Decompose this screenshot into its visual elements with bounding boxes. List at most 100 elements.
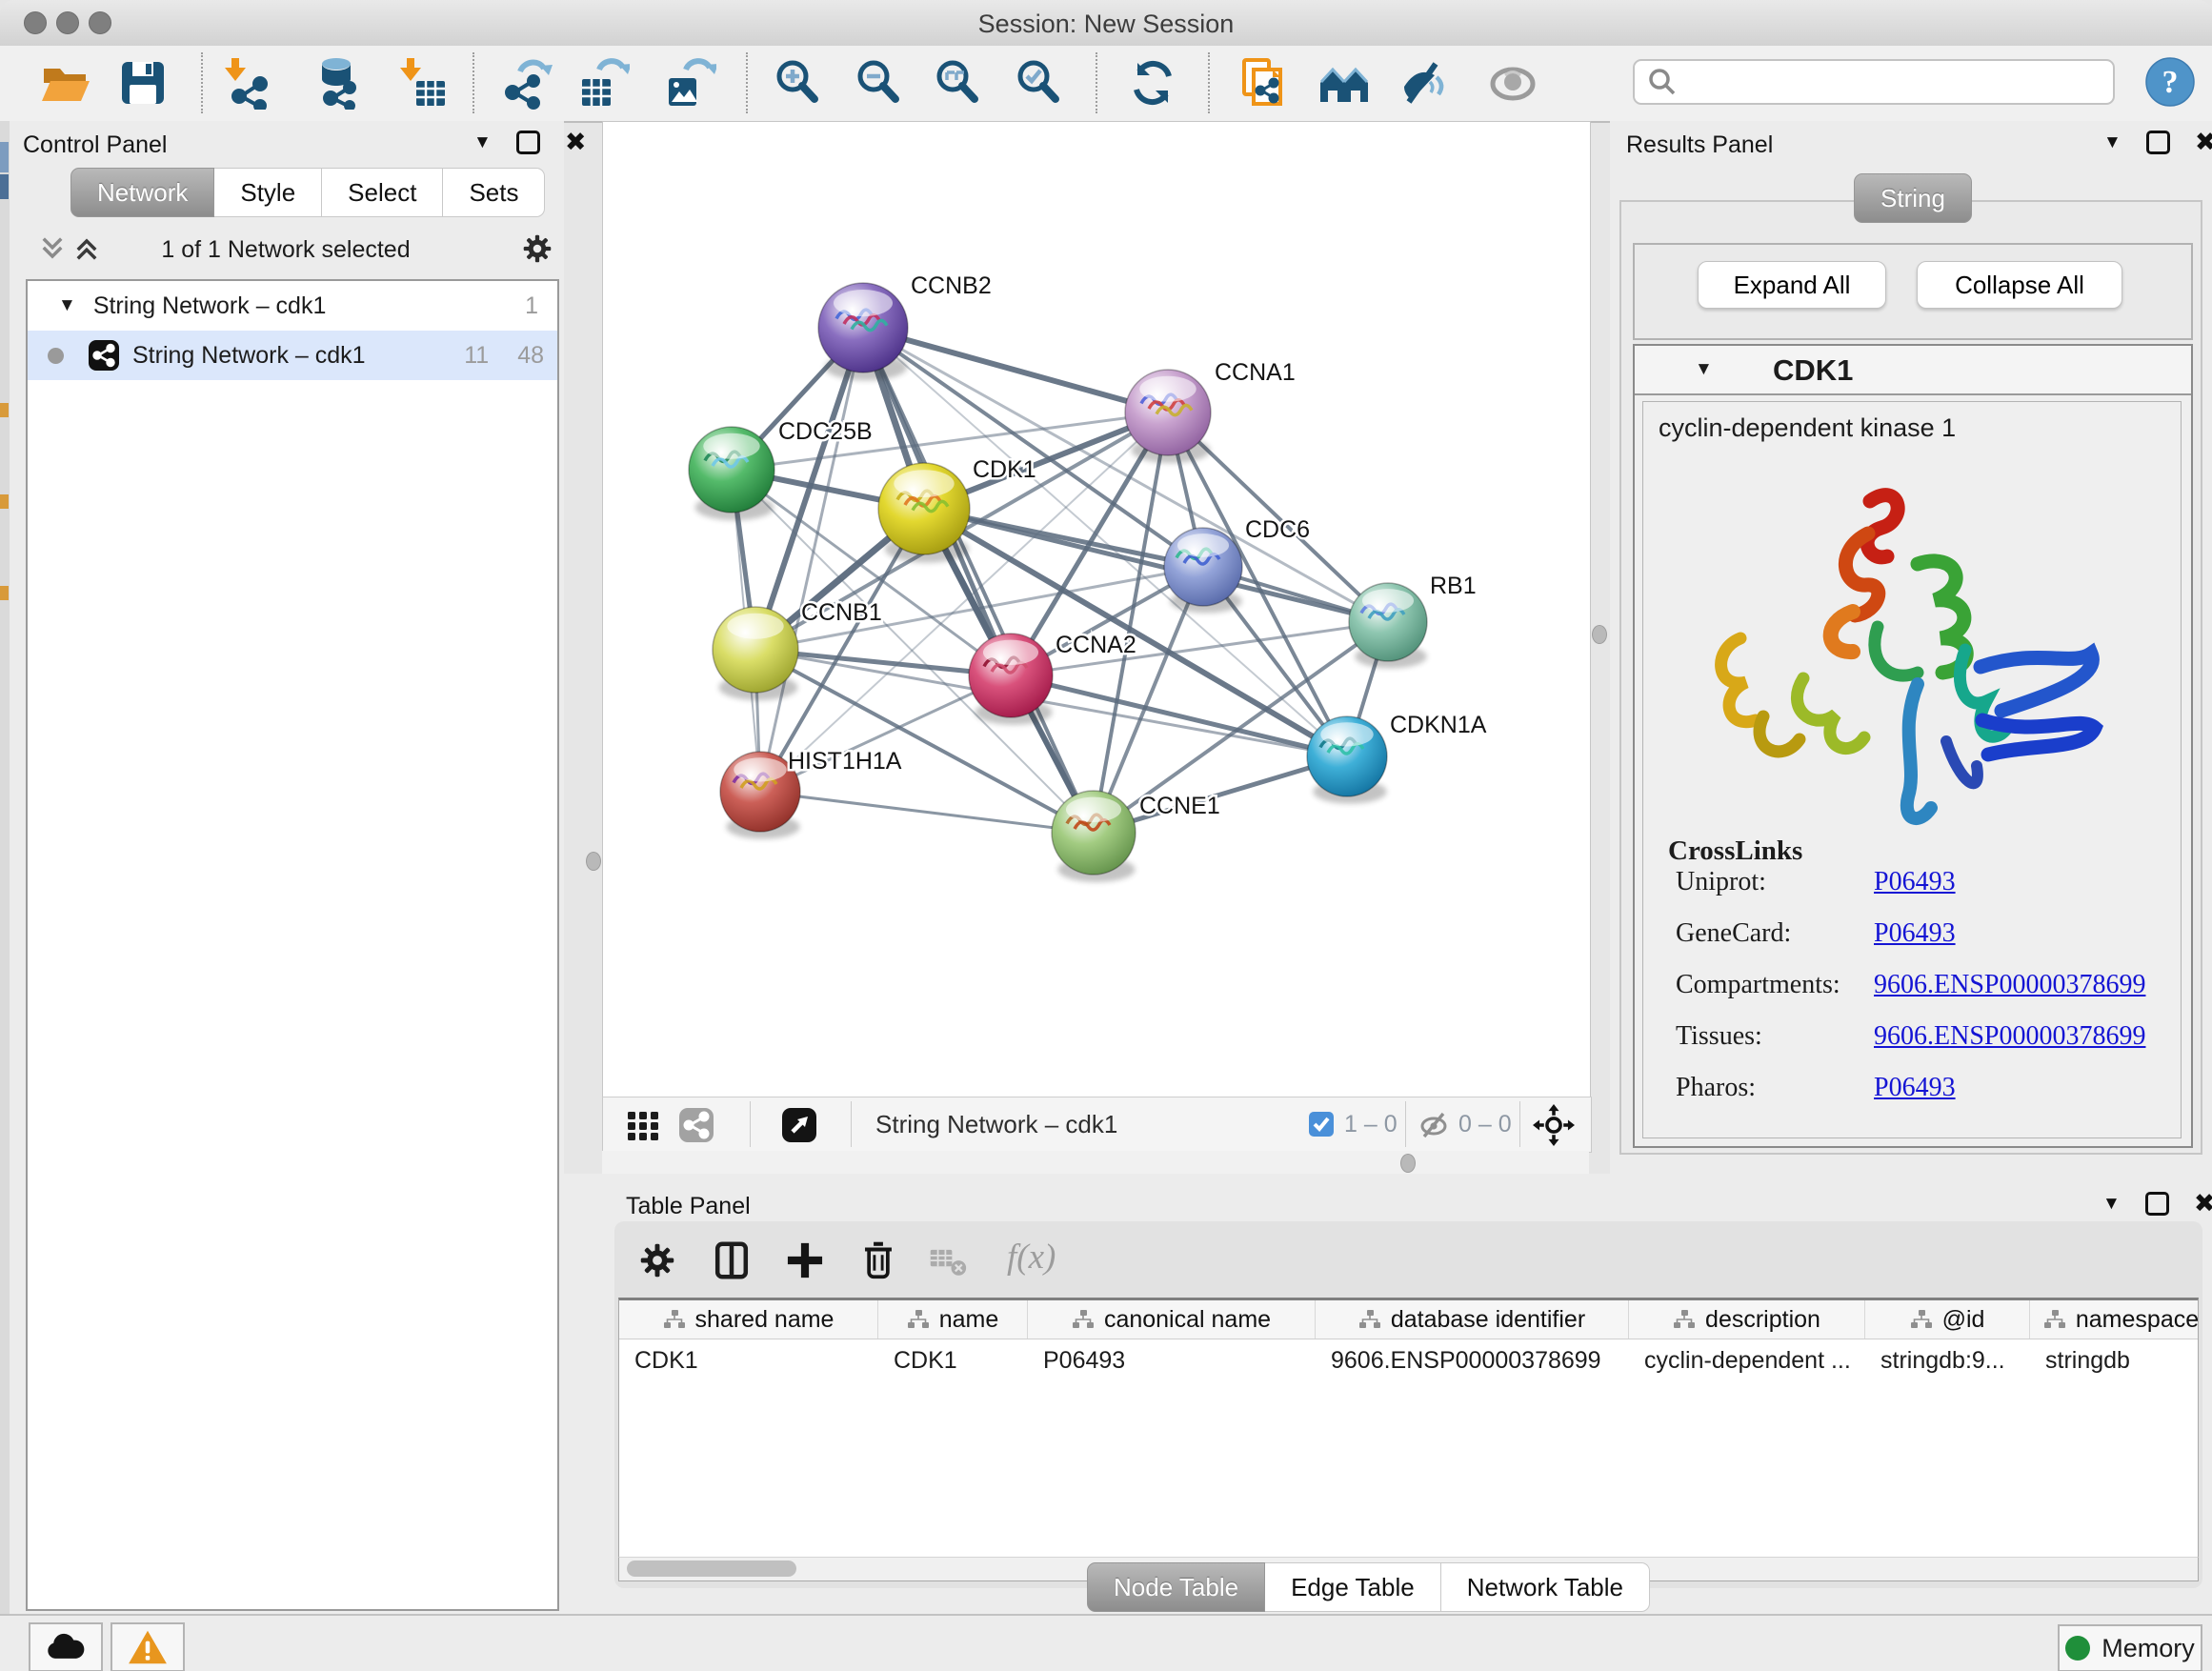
- tab-network-table[interactable]: Network Table: [1441, 1562, 1650, 1612]
- import-table-file-icon[interactable]: [395, 56, 449, 110]
- crosslink-link[interactable]: P06493: [1874, 918, 1956, 949]
- refresh-icon[interactable]: [1126, 56, 1179, 110]
- show-columns-icon[interactable]: [710, 1238, 754, 1282]
- node-CDC6[interactable]: [1164, 528, 1242, 613]
- node-CDK1[interactable]: [878, 463, 970, 563]
- delete-column-trash-icon[interactable]: [856, 1238, 900, 1282]
- delete-table-icon[interactable]: [929, 1246, 967, 1277]
- tab-node-table[interactable]: Node Table: [1087, 1562, 1265, 1612]
- help-button[interactable]: ?: [2145, 57, 2195, 107]
- open-session-icon[interactable]: [38, 56, 91, 110]
- network-options-gear-icon[interactable]: [518, 230, 556, 268]
- hide-selected-eye-slash-icon[interactable]: [1397, 56, 1450, 110]
- column-header-shared-name[interactable]: shared name: [619, 1300, 878, 1339]
- node-section-header[interactable]: ▼ CDK1: [1635, 346, 2191, 395]
- table-cell[interactable]: 9606.ENSP00000378699: [1316, 1339, 1629, 1381]
- network-row[interactable]: String Network – cdk1 11 48: [28, 331, 557, 380]
- hidden-eye-slash-icon[interactable]: [1418, 1110, 1449, 1140]
- network-canvas[interactable]: CCNB2CCNA1CDC25BCDK1CDC6RB1CCNB1CCNA2CDK…: [602, 121, 1591, 1097]
- edge-CCNB2-HIST1H1A[interactable]: [760, 328, 863, 792]
- collapse-all-networks-icon[interactable]: [38, 234, 76, 263]
- edge-CCNB2-CCNA1[interactable]: [863, 328, 1168, 413]
- network-collection-row[interactable]: ▼ String Network – cdk1 1: [28, 281, 557, 331]
- results-panel-menu-icon[interactable]: ▼: [2103, 133, 2122, 151]
- results-panel-float-icon[interactable]: [2146, 131, 2170, 154]
- zoom-fit-icon[interactable]: [931, 56, 984, 110]
- node-CCNB2[interactable]: [818, 283, 908, 380]
- table-cell[interactable]: stringdb:9...: [1865, 1339, 2030, 1381]
- search-field[interactable]: [1633, 59, 2115, 105]
- export-table-icon[interactable]: [576, 56, 630, 110]
- table-panel-close-icon[interactable]: ✖: [2194, 1191, 2212, 1217]
- node-CCNA1[interactable]: [1125, 370, 1211, 463]
- tab-network[interactable]: Network: [70, 168, 214, 217]
- open-in-new-window-icon[interactable]: [780, 1106, 818, 1144]
- results-panel-close-icon[interactable]: ✖: [2195, 130, 2212, 155]
- show-all-eye-icon[interactable]: [1486, 56, 1539, 110]
- pan-crosshair-icon[interactable]: [1533, 1104, 1575, 1146]
- collection-expand-icon[interactable]: ▼: [58, 295, 76, 316]
- scrollbar-thumb[interactable]: [627, 1560, 796, 1577]
- crosslink-link[interactable]: P06493: [1874, 867, 1956, 897]
- horizontal-splitter[interactable]: [602, 1151, 1589, 1174]
- node-CDKN1A[interactable]: [1307, 716, 1387, 804]
- tab-sets[interactable]: Sets: [443, 168, 545, 217]
- column-header-description[interactable]: description: [1629, 1300, 1865, 1339]
- node-CCNA2[interactable]: [969, 634, 1053, 725]
- birds-eye-view-icon[interactable]: [624, 1106, 662, 1144]
- table-cell[interactable]: cyclin-dependent ...: [1629, 1339, 1865, 1381]
- section-collapse-icon[interactable]: ▼: [1695, 359, 1713, 380]
- zoom-selected-icon[interactable]: [1012, 56, 1065, 110]
- zoom-out-icon[interactable]: [852, 56, 905, 110]
- table-row[interactable]: CDK1CDK1P064939606.ENSP00000378699cyclin…: [619, 1339, 2198, 1381]
- birds-eye-houses-icon[interactable]: [1318, 56, 1372, 110]
- tab-edge-table[interactable]: Edge Table: [1265, 1562, 1441, 1612]
- expand-all-networks-icon[interactable]: [72, 234, 111, 263]
- edge-HIST1H1A-CCNE1[interactable]: [760, 792, 1094, 833]
- crosslink-link[interactable]: 9606.ENSP00000378699: [1874, 970, 2145, 1000]
- node-CCNB1[interactable]: [713, 607, 798, 700]
- horizontal-splitter-handle[interactable]: [1400, 1154, 1416, 1173]
- tab-string[interactable]: String: [1854, 173, 1972, 223]
- selected-checkbox-icon[interactable]: [1308, 1111, 1335, 1137]
- control-panel-close-icon[interactable]: ✖: [565, 130, 587, 155]
- column-header-namespace[interactable]: namespace: [2030, 1300, 2199, 1339]
- column-header-database-identifier[interactable]: database identifier: [1316, 1300, 1629, 1339]
- warning-status-button[interactable]: [111, 1622, 185, 1671]
- crosslink-link[interactable]: P06493: [1874, 1073, 1956, 1103]
- table-cell[interactable]: stringdb: [2030, 1339, 2199, 1381]
- search-input[interactable]: [1686, 63, 2113, 101]
- collapse-all-button[interactable]: Collapse All: [1917, 261, 2122, 309]
- column-header-canonical-name[interactable]: canonical name: [1028, 1300, 1316, 1339]
- column-header-@id[interactable]: @id: [1865, 1300, 2030, 1339]
- table-settings-gear-icon[interactable]: [635, 1238, 679, 1282]
- crosslink-link[interactable]: 9606.ENSP00000378699: [1874, 1021, 2145, 1052]
- control-panel-float-icon[interactable]: [516, 131, 540, 154]
- save-session-icon[interactable]: [116, 56, 170, 110]
- zoom-in-icon[interactable]: [771, 56, 824, 110]
- table-cell[interactable]: CDK1: [878, 1339, 1028, 1381]
- export-network-icon[interactable]: [499, 56, 553, 110]
- table-cell[interactable]: CDK1: [619, 1339, 878, 1381]
- vertical-splitter-handle[interactable]: [1592, 625, 1607, 644]
- copy-style-icon[interactable]: [1237, 56, 1290, 110]
- function-builder-icon[interactable]: f(x): [1007, 1237, 1056, 1278]
- control-panel-menu-icon[interactable]: ▼: [473, 133, 492, 151]
- node-CCNE1[interactable]: [1052, 791, 1136, 882]
- import-network-database-icon[interactable]: [312, 56, 365, 110]
- table-cell[interactable]: P06493: [1028, 1339, 1316, 1381]
- table-panel-menu-icon[interactable]: ▼: [2102, 1195, 2121, 1213]
- table-panel-float-icon[interactable]: [2145, 1192, 2169, 1216]
- import-network-file-icon[interactable]: [220, 56, 273, 110]
- tab-select[interactable]: Select: [322, 168, 443, 217]
- node-RB1[interactable]: [1349, 583, 1427, 668]
- column-header-name[interactable]: name: [878, 1300, 1028, 1339]
- tab-style[interactable]: Style: [214, 168, 322, 217]
- export-image-icon[interactable]: [663, 56, 716, 110]
- expand-all-button[interactable]: Expand All: [1698, 261, 1886, 309]
- node-CDC25B[interactable]: [689, 427, 774, 520]
- create-column-plus-icon[interactable]: [783, 1238, 827, 1282]
- network-share-icon[interactable]: [677, 1106, 715, 1144]
- memory-button[interactable]: Memory: [2058, 1624, 2202, 1671]
- vertical-splitter-handle[interactable]: [586, 852, 601, 871]
